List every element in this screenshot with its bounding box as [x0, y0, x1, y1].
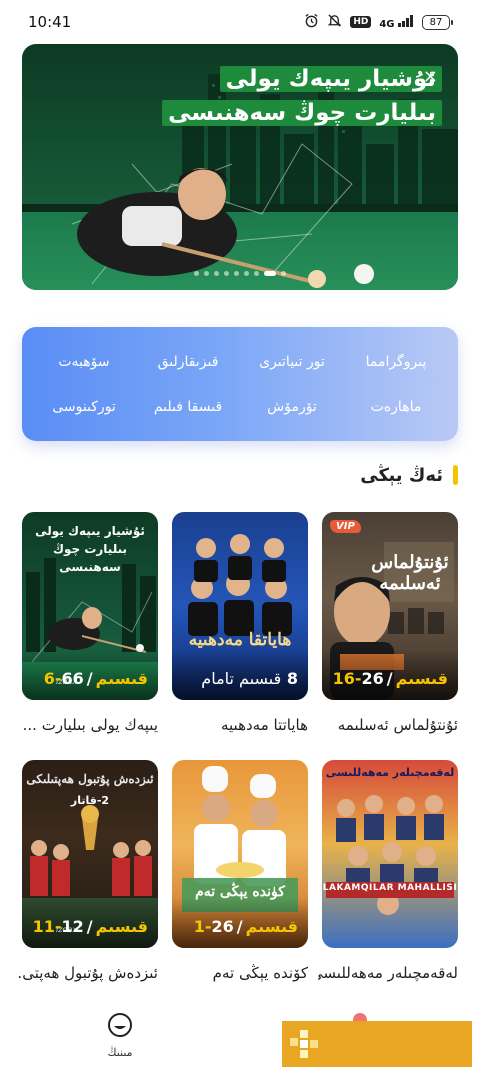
- category-short-film[interactable]: قىسقا فىلىم: [136, 384, 240, 429]
- poster-card[interactable]: ئۇشيار يىپەك يولى بىليارت چوڭ سەھنىسى iz…: [22, 512, 158, 700]
- category-web-movie[interactable]: توركىنوسى: [32, 384, 136, 429]
- nav-label: مىنىڭ: [107, 1046, 133, 1059]
- poster-art-title: LAKAMQILAR MAHALLISI: [322, 883, 458, 893]
- carousel-dot[interactable]: [224, 271, 229, 276]
- mute-bell-icon: [327, 13, 342, 32]
- carousel-dot[interactable]: [214, 271, 219, 276]
- episode-badge: 6-قىسىم/66: [43, 669, 148, 688]
- category-grid: پىروگرامما تور تىياتىرى قىزىقارلىق سۆھبە…: [22, 327, 458, 441]
- poster-title[interactable]: ئۇنتۇلماس ئەسلىمە: [318, 716, 458, 734]
- carousel-dot[interactable]: [194, 271, 199, 276]
- category-programs[interactable]: پىروگرامما: [344, 339, 448, 384]
- status-icons: HD 4G 87: [304, 13, 453, 32]
- alarm-icon: [304, 13, 319, 32]
- episode-badge: 8 قىسىم تامام: [201, 669, 298, 688]
- status-bar: 10:41 HD 4G 87: [0, 0, 480, 44]
- carousel-dot-active[interactable]: [264, 271, 276, 276]
- poster-card[interactable]: كۈندە يېڭى تەم 1-قىسىم/26: [172, 760, 308, 948]
- section-title: ئەڭ يېڭى: [360, 464, 443, 486]
- vip-badge: VIP: [330, 520, 361, 533]
- close-icon[interactable]: ×: [423, 66, 438, 87]
- notification-dot: [353, 1013, 367, 1021]
- poster-title[interactable]: كۆندە يېڭى تەم: [168, 964, 308, 982]
- carousel-dot[interactable]: [254, 271, 259, 276]
- poster-art-title: ئىزدەش پۇتبول ھەپتىلىكى: [26, 772, 154, 786]
- poster-title[interactable]: لەقەمچىلەر مەھەللىسى: [318, 964, 458, 982]
- poster-card[interactable]: ئۇنتۇلماس ئەسلىمە VIP 16-قىسىم/26: [322, 512, 458, 700]
- battery-icon: 87: [422, 14, 453, 30]
- poster-card[interactable]: ھاياتقا مەدھىيە 8 قىسىم تامام: [172, 512, 308, 700]
- category-web-theater[interactable]: تور تىياتىرى: [240, 339, 344, 384]
- carousel-dot[interactable]: [244, 271, 249, 276]
- poster-art-title: ئۇنتۇلماس ئەسلىمە: [371, 552, 449, 594]
- category-fun[interactable]: قىزىقارلىق: [136, 339, 240, 384]
- carousel-indicator: [22, 271, 458, 276]
- poster-card[interactable]: ئىزدەش پۇتبول ھەپتىلىكى 2-قاتار izdax 11…: [22, 760, 158, 948]
- nav-item-mine[interactable]: مىنىڭ: [92, 1012, 148, 1066]
- hd-badge: HD: [350, 16, 372, 28]
- poster-title[interactable]: ھاياتتا مەدھىيە: [168, 716, 308, 734]
- category-skills[interactable]: ماھارەت: [344, 384, 448, 429]
- episode-badge: 16-قىسىم/26: [332, 669, 448, 688]
- signal-icon: 4G: [379, 14, 414, 30]
- banner-title: ئۇشيار يىپەك يولى بىليارت چوڭ سەھنىسى: [162, 62, 442, 130]
- poster-title[interactable]: يىپەك يولى بىليارت ...: [18, 716, 158, 734]
- player-illustration: [71, 143, 374, 288]
- poster-art-top: لەقەمچىلەر مەھەللىسى: [325, 766, 455, 779]
- carousel-dot[interactable]: [204, 271, 209, 276]
- carousel-dot[interactable]: [281, 271, 286, 276]
- poster-art-subtitle: 2-قاتار: [70, 794, 110, 807]
- section-accent-bar: [453, 465, 458, 485]
- category-life[interactable]: تۆرمۆش: [240, 384, 344, 429]
- poster-art: [326, 795, 454, 915]
- episode-badge: 11-قىسىم/12: [32, 917, 148, 936]
- poster-art-title: ھاياتقا مەدھىيە: [188, 630, 292, 650]
- poster-card[interactable]: لەقەمچىلەر مەھەللىسى LAKAMQILAR MAHALLIS…: [322, 760, 458, 948]
- section-header-latest: ئەڭ يېڭى: [360, 460, 458, 490]
- poster-title[interactable]: ئىزدەش پۇتبول ھەپتى...: [18, 964, 158, 982]
- carousel-dot[interactable]: [234, 271, 239, 276]
- hero-banner[interactable]: ئۇشيار يىپەك يولى بىليارت چوڭ سەھنىسى ×: [22, 44, 458, 290]
- widget-logo-icon: [290, 1030, 318, 1058]
- clock: 10:41: [28, 13, 72, 31]
- poster-art-title: ئۇشيار يىپەك يولى بىليارت چوڭ سەھنىسى: [35, 524, 145, 574]
- profile-face-icon: [107, 1012, 133, 1042]
- episode-badge: 1-قىسىم/26: [193, 917, 298, 936]
- category-talk[interactable]: سۆھبەت: [32, 339, 136, 384]
